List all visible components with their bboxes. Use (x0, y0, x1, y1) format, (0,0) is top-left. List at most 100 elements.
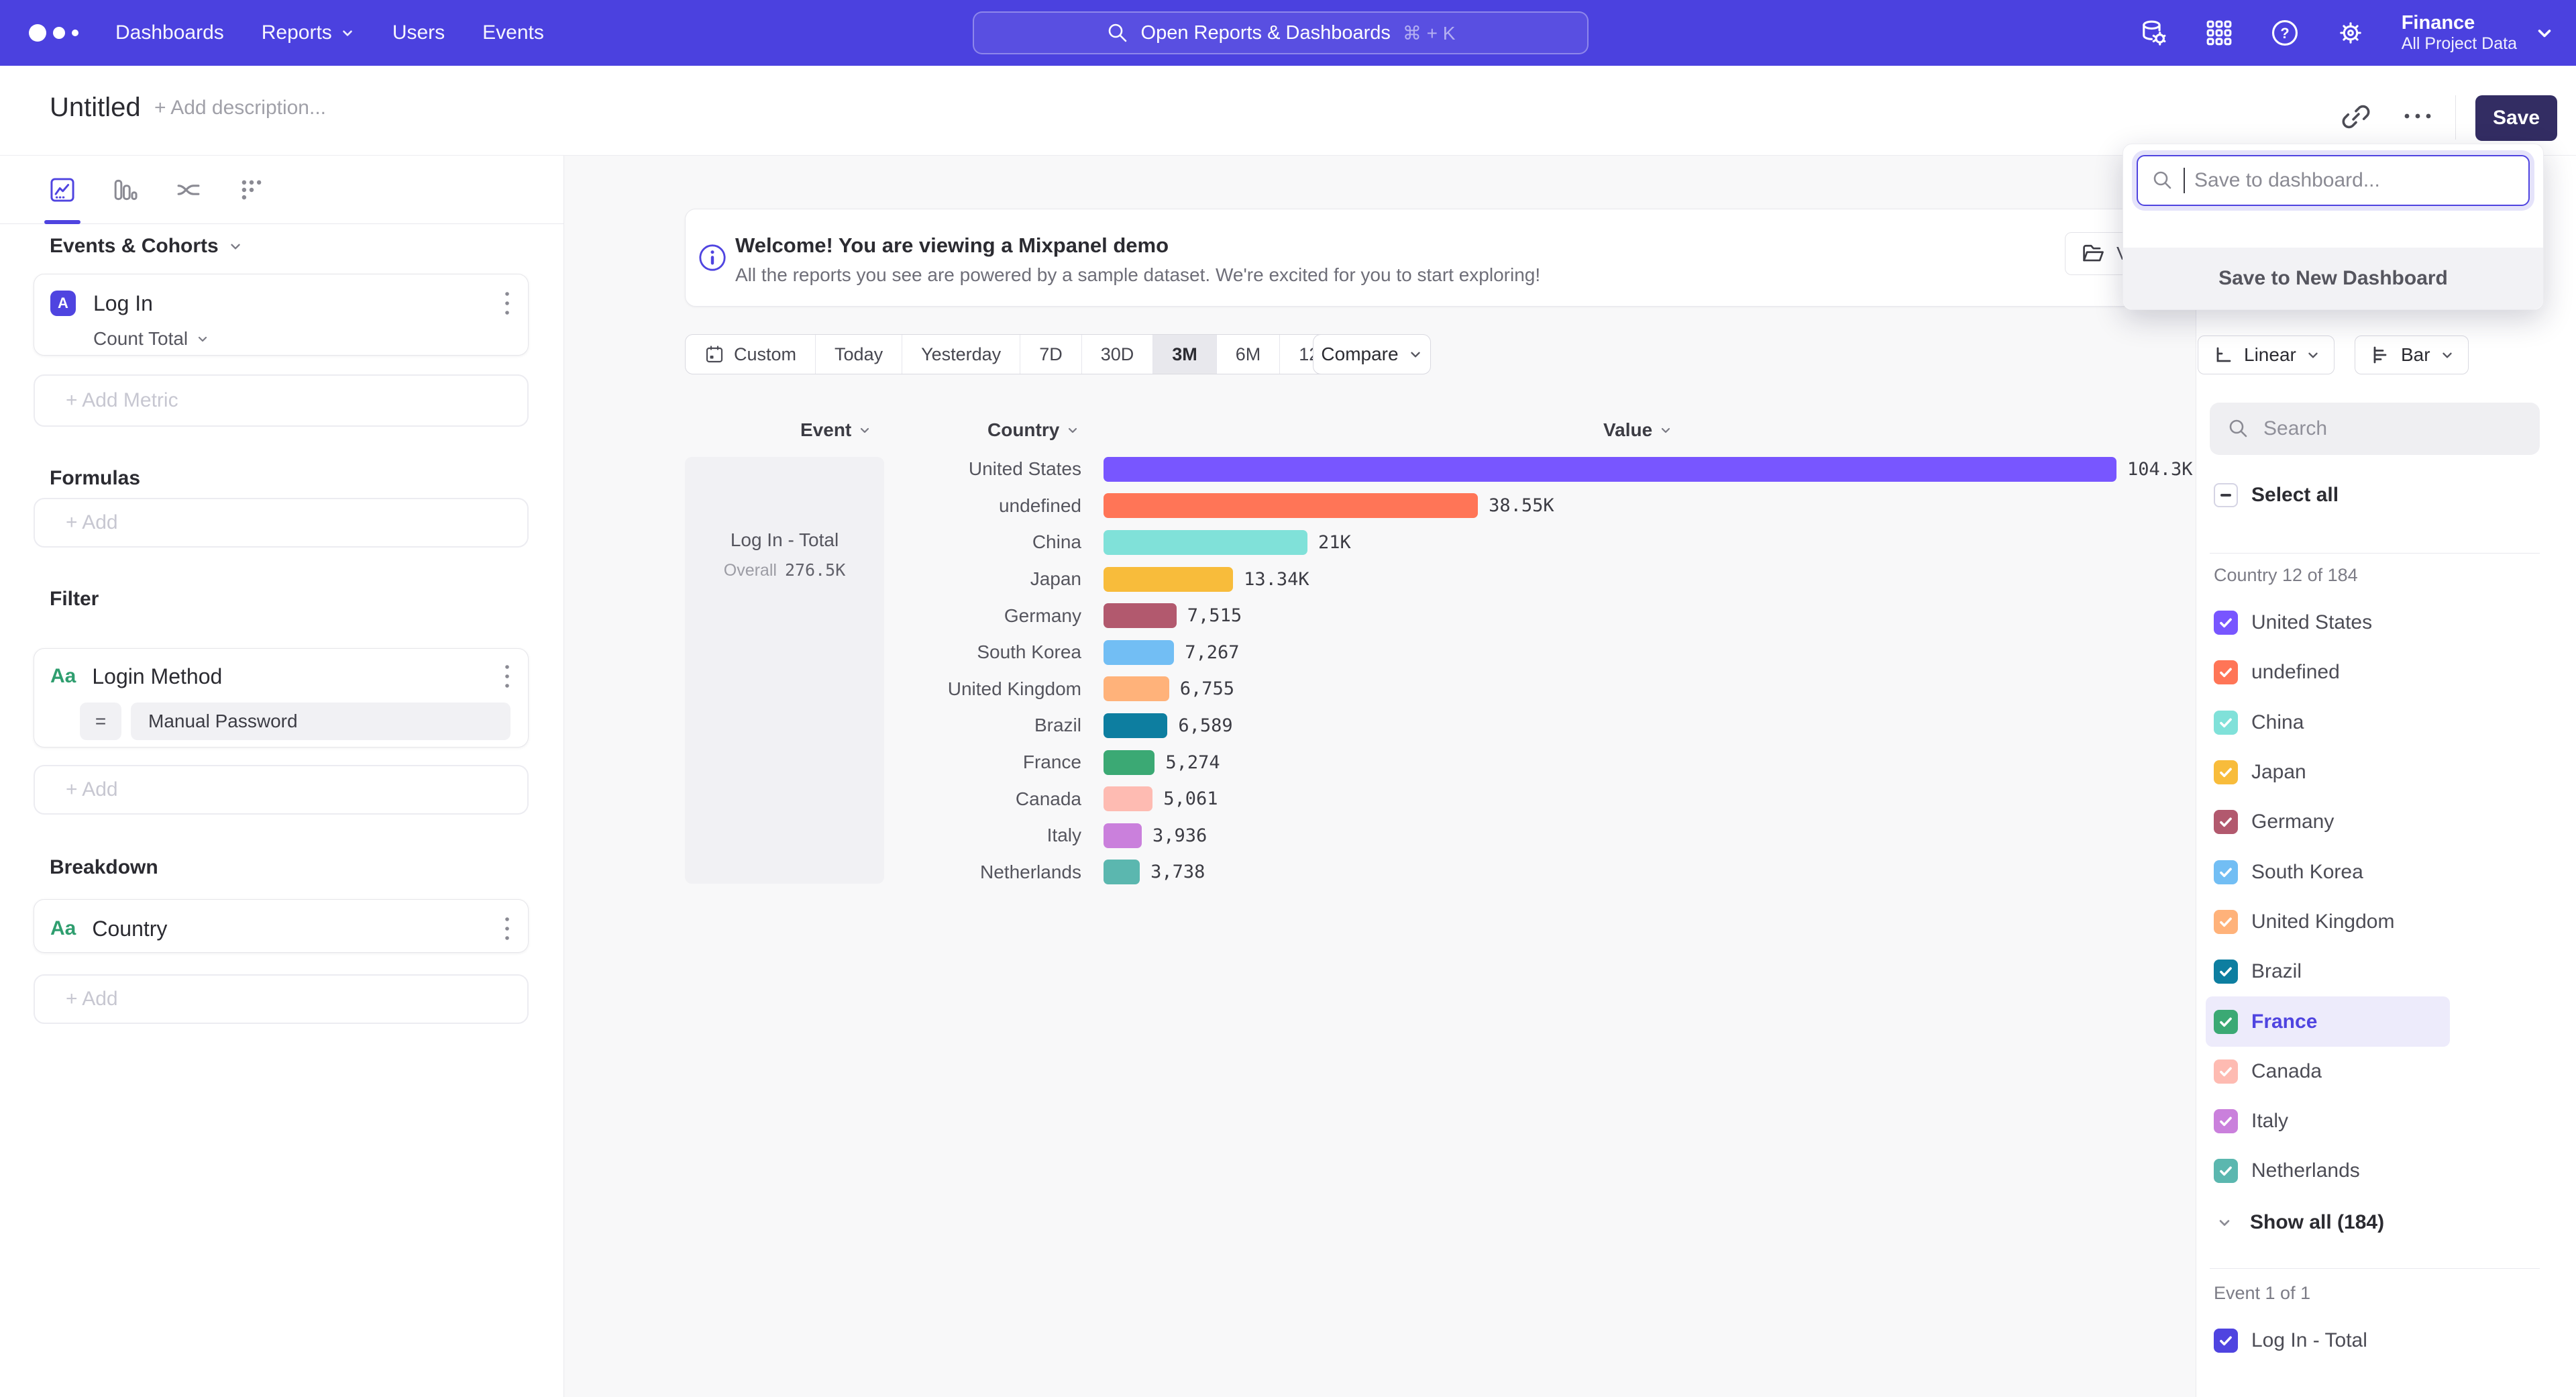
legend-row-united-states[interactable]: United States (2206, 598, 2450, 648)
range-30d[interactable]: 30D (1082, 335, 1154, 374)
mixpanel-logo-icon[interactable] (24, 19, 89, 46)
compare-button[interactable]: Compare (1313, 334, 1431, 374)
report-title[interactable]: Untitled (50, 93, 141, 123)
tab-retention[interactable] (237, 176, 266, 204)
nav-link-events[interactable]: Events (482, 21, 544, 44)
filter-property-name[interactable]: Login Method (92, 664, 222, 689)
apps-grid-icon[interactable] (2204, 18, 2234, 48)
select-all-row[interactable]: Select all (2206, 478, 2339, 513)
show-all-toggle[interactable]: Show all (184) (2206, 1204, 2384, 1241)
bar-segment[interactable] (1104, 823, 1142, 848)
event-checkbox[interactable] (2214, 1329, 2238, 1353)
legend-row-italy[interactable]: Italy (2206, 1096, 2450, 1146)
range-custom[interactable]: Custom (686, 335, 816, 374)
save-to-new-dashboard-button[interactable]: Save to New Dashboard (2123, 248, 2543, 309)
range-today[interactable]: Today (816, 335, 902, 374)
bar-segment[interactable] (1104, 676, 1169, 701)
active-tab-indicator (44, 220, 80, 224)
legend-row-brazil[interactable]: Brazil (2206, 947, 2450, 996)
add-formula-button[interactable]: + Add (34, 498, 529, 548)
copy-link-icon[interactable] (2339, 99, 2373, 134)
column-header-event[interactable]: Event (800, 417, 871, 443)
legend-row-china[interactable]: China (2206, 698, 2450, 747)
events-section-label[interactable]: Events & Cohorts (50, 235, 243, 258)
filter-kebab-icon[interactable] (502, 661, 512, 692)
column-header-value[interactable]: Value (1603, 417, 1672, 443)
add-metric-button[interactable]: + Add Metric (34, 374, 529, 427)
legend-row-undefined[interactable]: undefined (2206, 648, 2450, 697)
bar-value-label: 13.34K (1244, 569, 1309, 590)
country-checkbox[interactable] (2214, 611, 2238, 635)
country-checkbox[interactable] (2214, 860, 2238, 884)
event-legend-row[interactable]: Log In - Total (2206, 1316, 2367, 1365)
country-checkbox[interactable] (2214, 1059, 2238, 1084)
event-series-cell[interactable]: Log In - Total Overall276.5K (685, 457, 884, 884)
range-yesterday[interactable]: Yesterday (902, 335, 1020, 374)
data-management-icon[interactable] (2139, 18, 2168, 48)
column-header-country[interactable]: Country (987, 417, 1079, 443)
legend-row-france[interactable]: France (2206, 996, 2450, 1046)
save-to-dashboard-input[interactable]: Save to dashboard... (2137, 155, 2530, 206)
country-checkbox[interactable] (2214, 760, 2238, 784)
help-icon[interactable]: ? (2270, 18, 2300, 48)
legend-row-germany[interactable]: Germany (2206, 797, 2450, 847)
scale-selector-button[interactable]: Linear (2198, 335, 2334, 374)
metric-badge: A (50, 291, 76, 316)
nav-link-dashboards[interactable]: Dashboards (115, 21, 224, 44)
filter-value[interactable]: Manual Password (131, 703, 511, 740)
country-checkbox[interactable] (2214, 1109, 2238, 1133)
chart-type-button[interactable]: Bar (2355, 335, 2469, 374)
bar-segment[interactable] (1104, 530, 1307, 555)
bar-segment[interactable] (1104, 493, 1478, 518)
country-checkbox[interactable] (2214, 711, 2238, 735)
settings-gear-icon[interactable] (2336, 18, 2365, 48)
select-all-checkbox[interactable] (2214, 483, 2238, 507)
metric-aggregation[interactable]: Count Total (93, 328, 528, 350)
legend-row-japan[interactable]: Japan (2206, 747, 2450, 797)
bar-segment[interactable] (1104, 567, 1233, 592)
tab-funnels[interactable] (111, 176, 140, 204)
metric-card[interactable]: A Log In Count Total (34, 274, 529, 356)
tab-flows[interactable] (174, 176, 203, 204)
country-checkbox[interactable] (2214, 660, 2238, 684)
metric-kebab-icon[interactable] (502, 288, 512, 319)
metric-name[interactable]: Log In (93, 291, 153, 316)
tab-insights[interactable] (48, 176, 76, 204)
range-3m[interactable]: 3M (1153, 335, 1217, 374)
legend-row-south-korea[interactable]: South Korea (2206, 847, 2450, 896)
legend-row-canada[interactable]: Canada (2206, 1047, 2450, 1096)
breakdown-kebab-icon[interactable] (502, 913, 512, 944)
legend-row-united-kingdom[interactable]: United Kingdom (2206, 897, 2450, 947)
filter-operator[interactable]: = (80, 703, 121, 740)
bar-value-label: 21K (1318, 532, 1351, 553)
country-checkbox[interactable] (2214, 810, 2238, 834)
nav-link-users[interactable]: Users (392, 21, 445, 44)
country-checkbox[interactable] (2214, 1159, 2238, 1183)
legend-search-input[interactable]: Search (2210, 403, 2540, 455)
bar-segment[interactable] (1104, 713, 1167, 738)
save-button[interactable]: Save (2475, 95, 2557, 141)
bar-segment[interactable] (1104, 457, 2116, 482)
add-description-field[interactable]: + Add description... (154, 97, 326, 119)
add-filter-button[interactable]: + Add (34, 765, 529, 815)
chart-row-germany: Germany7,515 (884, 597, 2192, 634)
bar-segment[interactable] (1104, 750, 1155, 775)
breakdown-property-name[interactable]: Country (92, 917, 167, 941)
bar-segment[interactable] (1104, 860, 1140, 884)
country-checkbox[interactable] (2214, 960, 2238, 984)
country-checkbox[interactable] (2214, 1010, 2238, 1034)
range-7d[interactable]: 7D (1020, 335, 1082, 374)
bar-segment[interactable] (1104, 786, 1152, 811)
global-search-button[interactable]: Open Reports & Dashboards ⌘ + K (973, 11, 1589, 54)
range-6m[interactable]: 6M (1217, 335, 1281, 374)
project-switcher[interactable]: Finance All Project Data (2402, 12, 2555, 54)
bar-segment[interactable] (1104, 603, 1177, 628)
nav-link-reports[interactable]: Reports (262, 21, 355, 44)
breakdown-card[interactable]: Aa Country (34, 899, 529, 953)
more-actions-icon[interactable] (2399, 106, 2436, 126)
bar-segment[interactable] (1104, 640, 1174, 665)
country-checkbox[interactable] (2214, 910, 2238, 934)
legend-row-netherlands[interactable]: Netherlands (2206, 1146, 2450, 1196)
filter-card[interactable]: Aa Login Method = Manual Password (34, 648, 529, 747)
add-breakdown-button[interactable]: + Add (34, 974, 529, 1024)
